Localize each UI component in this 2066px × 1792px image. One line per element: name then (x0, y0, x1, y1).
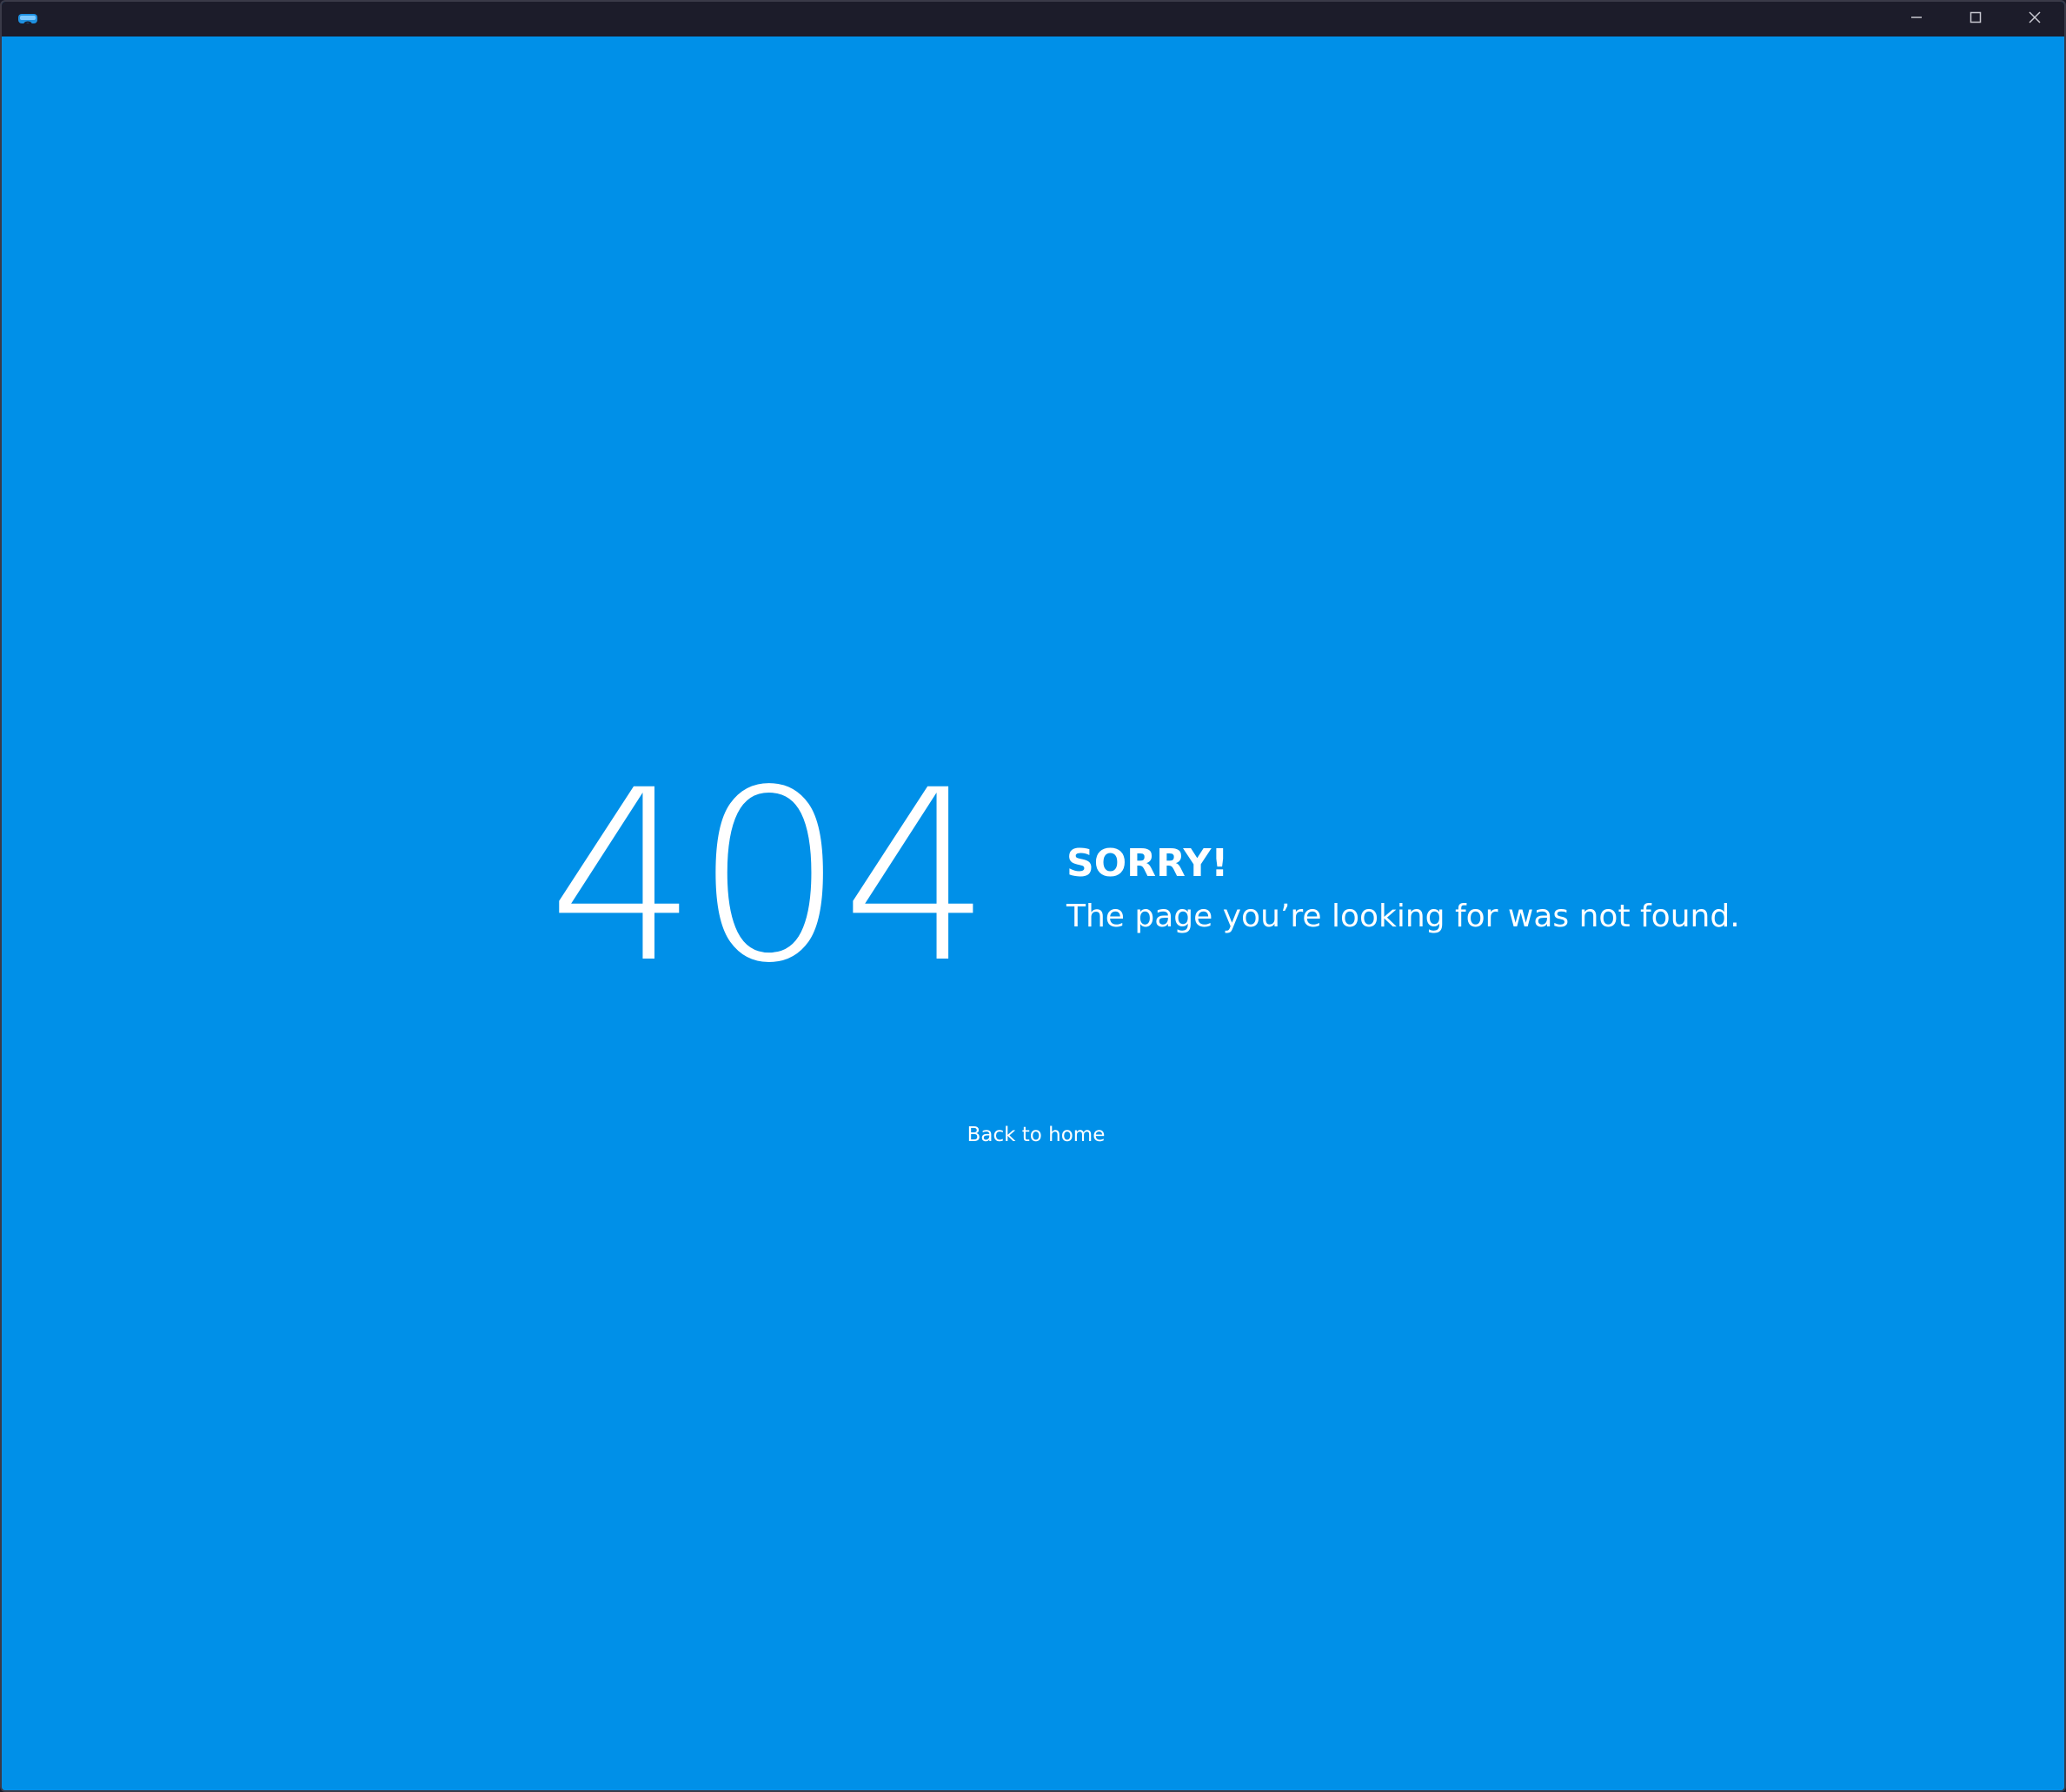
title-bar[interactable] (2, 2, 2064, 37)
maximize-button[interactable] (1946, 2, 2005, 37)
error-code: 404 (548, 740, 992, 1015)
error-message: The page you’re looking for was not foun… (1066, 899, 1740, 934)
vr-headset-icon (17, 12, 38, 26)
maximize-icon (1969, 10, 1983, 28)
error-page: 404 SORRY! The page you’re looking for w… (2, 37, 2064, 1790)
back-to-home-link[interactable]: Back to home (949, 1121, 1123, 1149)
minimize-icon (1910, 10, 1923, 28)
window-controls (1887, 2, 2064, 37)
error-title: SORRY! (1066, 841, 1229, 886)
app-window: 404 SORRY! The page you’re looking for w… (0, 0, 2066, 1792)
close-button[interactable] (2005, 2, 2064, 37)
close-icon (2028, 10, 2042, 28)
minimize-button[interactable] (1887, 2, 1946, 37)
